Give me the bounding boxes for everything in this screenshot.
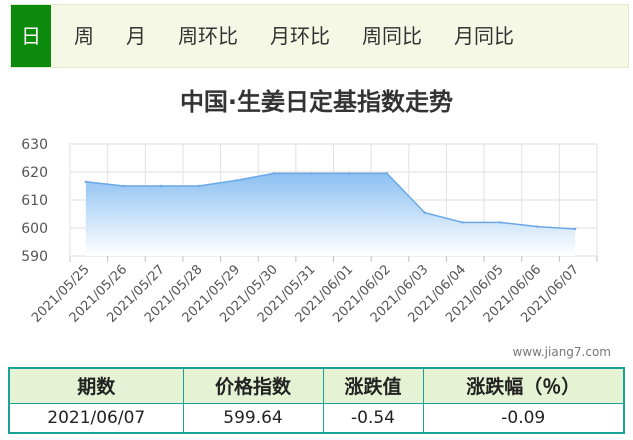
data-point — [159, 184, 163, 188]
data-point — [348, 172, 351, 175]
header-change-value: 涨跌值 — [322, 367, 424, 404]
summary-data-row: 2021/06/07 599.64 -0.54 -0.09 — [8, 402, 625, 434]
y-tick-label: 610 — [21, 193, 48, 209]
cell-price-index: 599.64 — [182, 402, 324, 434]
cell-change-percent: -0.09 — [422, 402, 625, 434]
data-point — [498, 221, 502, 224]
data-point — [573, 227, 577, 231]
header-price-index: 价格指数 — [182, 367, 324, 404]
y-tick-label: 630 — [21, 137, 48, 153]
summary-table: 期数 价格指数 涨跌值 涨跌幅（％） 2021/06/07 599.64 -0.… — [8, 367, 625, 434]
cell-change-value: -0.54 — [322, 402, 424, 434]
cell-period: 2021/06/07 — [8, 402, 184, 434]
data-point — [122, 184, 125, 188]
tab-week-year-on-year[interactable]: 周同比 — [357, 5, 427, 67]
tab-month-on-month[interactable]: 月环比 — [265, 5, 335, 67]
tab-month[interactable]: 月 — [121, 5, 151, 67]
data-point — [197, 184, 200, 188]
data-point — [461, 221, 464, 224]
header-period: 期数 — [8, 367, 184, 404]
data-point — [235, 179, 238, 182]
tab-week-on-week[interactable]: 周环比 — [173, 5, 243, 67]
header-change-percent: 涨跌幅（％） — [422, 367, 625, 404]
data-point — [423, 211, 426, 214]
data-point — [536, 225, 539, 228]
site-watermark: www.jiang7.com — [512, 345, 611, 359]
summary-header-row: 期数 价格指数 涨跌值 涨跌幅（％） — [8, 367, 625, 404]
data-point — [385, 172, 389, 175]
data-point — [272, 172, 276, 175]
y-tick-label: 600 — [21, 221, 48, 237]
chart-title: 中国·生姜日定基指数走势 — [179, 88, 454, 116]
tab-week[interactable]: 周 — [69, 5, 99, 67]
tab-day[interactable]: 日 — [11, 5, 51, 67]
data-point — [310, 172, 313, 175]
data-point — [84, 180, 88, 183]
period-tab-bar: 日 周 月 周环比 月环比 周同比 月同比 — [10, 4, 629, 68]
y-tick-label: 590 — [21, 249, 48, 265]
y-tick-label: 620 — [21, 165, 48, 181]
tab-month-year-on-year[interactable]: 月同比 — [449, 5, 519, 67]
index-trend-chart: 5906006106206302021/05/252021/05/262021/… — [21, 137, 598, 326]
